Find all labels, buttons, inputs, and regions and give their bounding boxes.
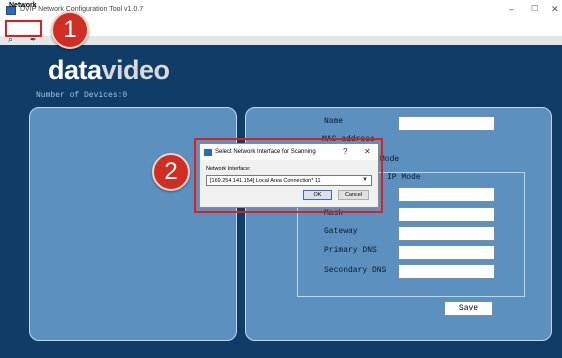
step-1-badge: 1	[51, 11, 89, 49]
close-window-button[interactable]: ✕	[551, 4, 559, 15]
device-count: Number of Devices:0	[36, 91, 128, 100]
secondary-dns-field[interactable]	[398, 264, 495, 279]
gateway-field[interactable]	[398, 226, 495, 241]
step-2-badge: 2	[152, 153, 190, 191]
menu-network[interactable]: Network	[7, 1, 39, 10]
secondary-dns-label: Secondary DNS	[324, 266, 387, 275]
dialog-highlight	[194, 138, 383, 213]
minimize-button[interactable]: –	[509, 4, 514, 14]
primary-dns-field[interactable]	[398, 245, 495, 260]
mask-field[interactable]	[398, 207, 495, 222]
name-field[interactable]	[398, 116, 495, 131]
datavideo-logo: datavideo	[48, 55, 170, 85]
save-button[interactable]: Save	[444, 301, 493, 316]
ip-mode-label: IP Mode	[385, 173, 423, 182]
primary-dns-label: Primary DNS	[324, 246, 377, 255]
gateway-label: Gateway	[324, 227, 358, 236]
network-menu-highlight	[5, 20, 42, 37]
name-label: Name	[324, 117, 344, 126]
ip-address-field[interactable]	[398, 187, 495, 202]
maximize-button[interactable]: ☐	[531, 4, 538, 13]
